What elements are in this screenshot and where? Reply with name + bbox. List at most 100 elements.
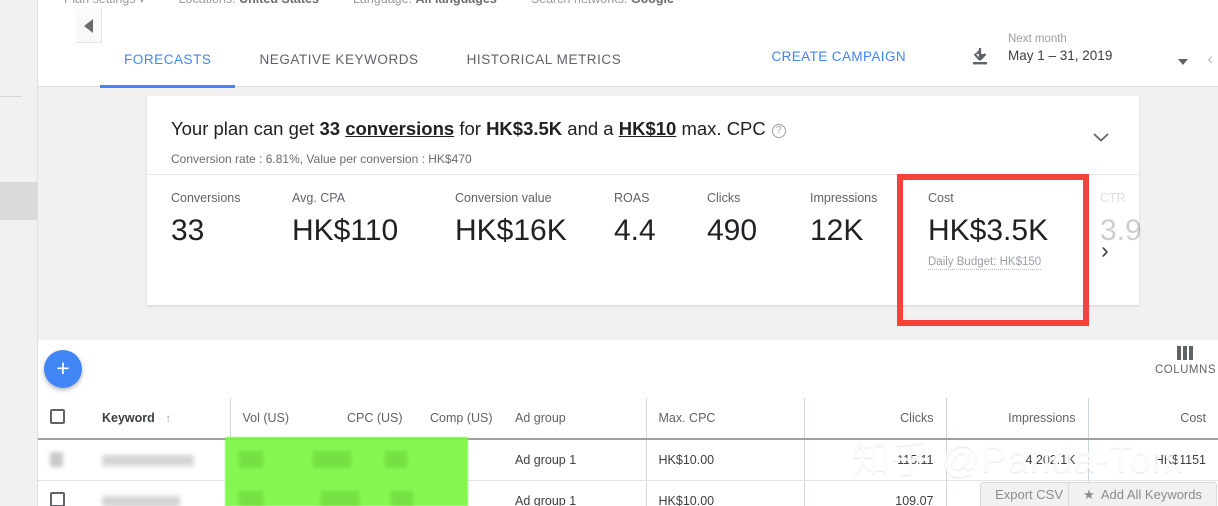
headline-cost: HK$3.5K <box>486 118 563 139</box>
locations-label: Locations: <box>179 0 236 6</box>
metric-label: Avg. CPA <box>292 191 346 205</box>
date-range-selector[interactable]: Next month May 1 – 31, 2019 <box>1008 33 1180 63</box>
plus-icon: + <box>56 355 70 381</box>
metric-clicks: Clicks 490 <box>707 191 757 248</box>
table-header-row: Keyword ↑ Vol (US) CPC (US) Comp (US) Ad… <box>38 398 1218 440</box>
columns-icon <box>1155 346 1216 360</box>
rail-divider <box>0 96 22 97</box>
metric-label: Conversions <box>171 191 241 205</box>
chevron-left-icon[interactable]: ‹ <box>1207 49 1213 69</box>
chevron-right-icon[interactable]: › <box>1101 237 1109 264</box>
headline-conversions-link[interactable]: conversions <box>345 118 454 139</box>
arrow-up-icon: ↑ <box>165 411 172 425</box>
expand-card-chevron-down-icon[interactable] <box>1091 130 1111 142</box>
redacted-keyword <box>102 454 194 466</box>
language-setting[interactable]: Language: All languages <box>353 0 497 6</box>
metric-value: HK$3.5K <box>928 214 1049 247</box>
metric-label: Clicks <box>707 191 741 205</box>
row-select-cell <box>38 439 90 481</box>
plan-settings-label[interactable]: Plan settings ▾ <box>64 0 145 6</box>
collapse-panel-button[interactable] <box>76 9 102 43</box>
table-row[interactable]: Ad group 1 HK$10.00 115.11 4,202.1K HK$1… <box>38 439 1218 481</box>
date-range-label: Next month <box>1008 33 1067 45</box>
daily-budget-note[interactable]: Daily Budget: HK$150 <box>928 256 1042 270</box>
star-icon: ★ <box>1083 487 1095 502</box>
row-keyword <box>90 439 230 481</box>
tab-historical-metrics-label: HISTORICAL METRICS <box>466 52 622 67</box>
locations-setting[interactable]: Locations: United States <box>179 0 319 6</box>
row-checkbox-blurred[interactable] <box>50 452 63 468</box>
metric-conversion-value: Conversion value HK$16K <box>455 191 567 248</box>
language-value: All languages <box>416 0 497 6</box>
column-keyword-label: Keyword <box>102 411 155 425</box>
plan-settings-text: Plan settings <box>64 0 136 6</box>
add-keyword-fab[interactable]: + <box>44 350 82 388</box>
tab-negative-keywords[interactable]: NEGATIVE KEYWORDS <box>235 45 442 87</box>
headline-prefix: Your plan can get <box>171 118 320 139</box>
column-keyword[interactable]: Keyword ↑ <box>90 398 230 440</box>
headline-suffix: max. CPC <box>676 118 766 139</box>
help-icon[interactable]: ? <box>771 124 786 138</box>
add-all-keywords-button[interactable]: ★ Add All Keywords <box>1068 482 1217 506</box>
download-icon[interactable] <box>968 45 992 71</box>
metric-value: 12K <box>810 214 864 247</box>
bottom-action-bar: Export CSV ★ Add All Keywords <box>38 480 1218 506</box>
tab-historical-metrics[interactable]: HISTORICAL METRICS <box>443 45 646 87</box>
tab-forecasts-label: FORECASTS <box>124 52 212 67</box>
forecast-card-header: Your plan can get 33 conversions for HK$… <box>147 96 1139 175</box>
left-rail <box>0 0 38 506</box>
rail-scrollbar-thumb[interactable] <box>0 182 38 220</box>
metric-value: HK$16K <box>455 214 567 247</box>
headline-max-cpc-link[interactable]: HK$10 <box>619 118 677 139</box>
chevron-down-icon[interactable] <box>1178 59 1188 65</box>
forecast-subtitle: Conversion rate : 6.81%, Value per conve… <box>171 152 472 166</box>
column-ad-group[interactable]: Ad group <box>503 398 646 440</box>
headline-mid: for <box>454 118 487 139</box>
date-range-value: May 1 – 31, 2019 <box>1008 48 1113 63</box>
row-ad-group: Ad group 1 <box>503 439 646 481</box>
export-csv-button[interactable]: Export CSV <box>980 482 1078 506</box>
column-cpc-us[interactable]: CPC (US) <box>335 398 418 440</box>
network-value: Google <box>631 0 674 6</box>
metric-label: Conversion value <box>455 191 552 205</box>
row-clicks: 115.11 <box>803 439 946 481</box>
metric-impressions: Impressions 12K <box>810 191 877 248</box>
tab-list: FORECASTS NEGATIVE KEYWORDS HISTORICAL M… <box>100 45 645 87</box>
language-label: Language: <box>353 0 412 6</box>
export-csv-label: Export CSV <box>995 487 1063 502</box>
network-setting[interactable]: Search networks: Google <box>531 0 674 6</box>
row-cpc <box>335 439 418 481</box>
column-comp-us[interactable]: Comp (US) <box>418 398 503 440</box>
column-impressions[interactable]: Impressions <box>945 398 1088 440</box>
tab-forecasts[interactable]: FORECASTS <box>100 45 235 87</box>
select-all-cell <box>38 398 90 440</box>
tab-bar: FORECASTS NEGATIVE KEYWORDS HISTORICAL M… <box>38 9 1218 87</box>
forecast-summary-card: Your plan can get 33 conversions for HK$… <box>147 96 1142 305</box>
metric-roas: ROAS 4.4 <box>614 191 656 248</box>
metric-cost: Cost HK$3.5K Daily Budget: HK$150 <box>928 191 1048 270</box>
metric-value: HK$110 <box>292 214 399 247</box>
metric-conversions: Conversions 33 <box>171 191 240 248</box>
column-vol-us[interactable]: Vol (US) <box>229 398 335 440</box>
network-label: Search networks: <box>531 0 628 6</box>
metric-label: Cost <box>928 191 954 205</box>
create-campaign-button[interactable]: CREATE CAMPAIGN <box>771 49 906 64</box>
row-cost: HK$1151 <box>1087 439 1218 481</box>
metric-label: ROAS <box>614 191 650 205</box>
plan-settings-strip: Plan settings ▾ Locations: United States… <box>38 0 1218 9</box>
column-clicks[interactable]: Clicks <box>803 398 946 440</box>
column-cost[interactable]: Cost <box>1087 398 1218 440</box>
tab-negative-keywords-label: NEGATIVE KEYWORDS <box>259 52 419 67</box>
metric-label: Impressions <box>810 191 878 205</box>
columns-button[interactable]: COLUMNS <box>1155 346 1216 376</box>
create-campaign-label: CREATE CAMPAIGN <box>771 49 906 64</box>
locations-value: United States <box>239 0 319 6</box>
metric-avg-cpa: Avg. CPA HK$110 <box>292 191 398 248</box>
row-impressions: 4,202.1K <box>945 439 1088 481</box>
plan-settings-chevron-down-icon: ▾ <box>139 0 145 6</box>
add-all-keywords-label: Add All Keywords <box>1100 487 1202 502</box>
metric-label: CTR <box>1100 191 1126 205</box>
column-max-cpc[interactable]: Max. CPC <box>645 398 804 440</box>
select-all-checkbox[interactable] <box>50 409 65 424</box>
row-max-cpc[interactable]: HK$10.00 <box>645 439 804 481</box>
